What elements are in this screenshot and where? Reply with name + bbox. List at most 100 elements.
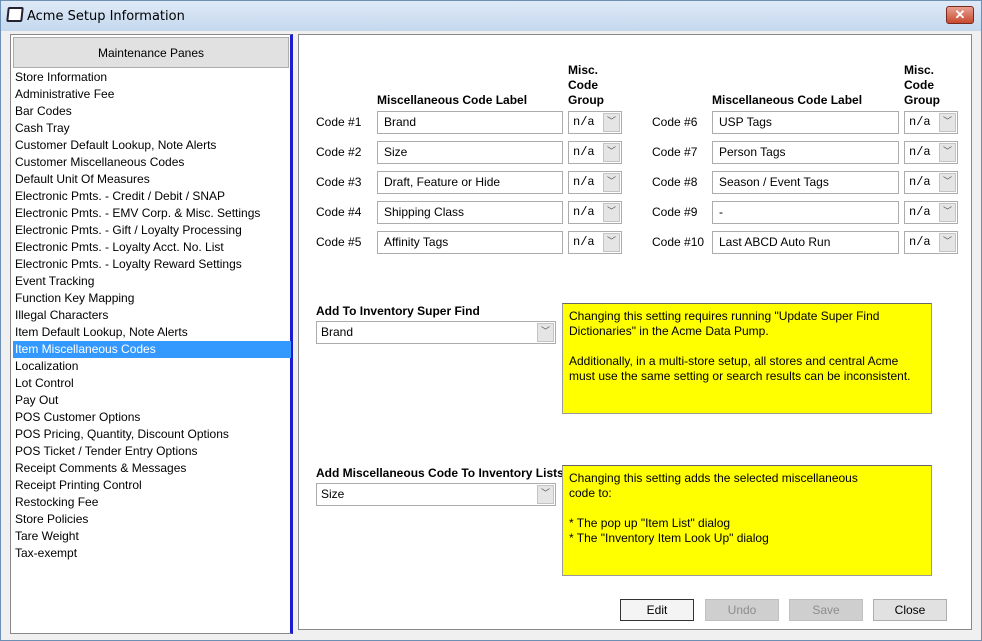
inventory-lists-note: Changing this setting adds the selected … [562,465,932,576]
code-group-header: Code [904,78,934,92]
code-label-input[interactable]: Shipping Class [377,201,563,224]
super-find-label: Add To Inventory Super Find [316,304,480,318]
chevron-down-icon[interactable]: ﹀ [603,143,620,162]
sidebar-item[interactable]: Store Information [13,69,291,86]
sidebar-item[interactable]: Receipt Printing Control [13,477,291,494]
code-number-label: Code #5 [316,235,362,249]
chevron-down-icon[interactable]: ﹀ [537,485,554,504]
inventory-lists-value: Size [321,487,345,501]
super-find-note: Changing this setting requires running "… [562,303,932,414]
sidebar-item[interactable]: Cash Tray [13,120,291,137]
sidebar-item[interactable]: Receipt Comments & Messages [13,460,291,477]
sidebar-item[interactable]: Tax-exempt [13,545,291,562]
super-find-select[interactable]: Brand ﹀ [316,321,556,344]
chevron-down-icon[interactable]: ﹀ [939,233,956,252]
chevron-down-icon[interactable]: ﹀ [603,173,620,192]
chevron-down-icon[interactable]: ﹀ [939,113,956,132]
code-label-input[interactable]: Person Tags [712,141,899,164]
code-group-select[interactable]: n/a ﹀ [904,171,958,194]
chevron-down-icon[interactable]: ﹀ [939,143,956,162]
setup-window: Acme Setup Information ✕ Maintenance Pan… [0,0,982,641]
code-number-label: Code #4 [316,205,362,219]
code-group-header: Group [568,93,604,107]
sidebar-item[interactable]: Function Key Mapping [13,290,291,307]
app-icon [6,7,24,22]
sidebar-item[interactable]: Electronic Pmts. - Loyalty Acct. No. Lis… [13,239,291,256]
code-label-input[interactable]: Season / Event Tags [712,171,899,194]
edit-button[interactable]: Edit [620,599,694,621]
code-group-header: Misc. [904,63,935,77]
code-group-select[interactable]: n/a ﹀ [904,231,958,254]
undo-button[interactable]: Undo [705,599,779,621]
chevron-down-icon[interactable]: ﹀ [603,233,620,252]
chevron-down-icon[interactable]: ﹀ [537,323,554,342]
inventory-lists-select[interactable]: Size ﹀ [316,483,556,506]
save-button[interactable]: Save [789,599,863,621]
code-number-label: Code #10 [652,235,705,249]
sidebar-item[interactable]: Localization [13,358,291,375]
code-label-input[interactable]: USP Tags [712,111,899,134]
code-group-header: Code [568,78,598,92]
code-group-select[interactable]: n/a ﹀ [568,171,622,194]
sidebar-item[interactable]: POS Pricing, Quantity, Discount Options [13,426,291,443]
code-group-header: Misc. [568,63,599,77]
sidebar-item[interactable]: Store Policies [13,511,291,528]
code-group-value: n/a [909,145,931,159]
sidebar-item[interactable]: Electronic Pmts. - Gift / Loyalty Proces… [13,222,291,239]
code-label-input[interactable]: Affinity Tags [377,231,563,254]
code-group-value: n/a [573,235,595,249]
code-group-select[interactable]: n/a ﹀ [568,231,622,254]
code-label-input[interactable]: Draft, Feature or Hide [377,171,563,194]
sidebar-item[interactable]: Tare Weight [13,528,291,545]
sidebar-item[interactable]: Electronic Pmts. - Loyalty Reward Settin… [13,256,291,273]
super-find-value: Brand [321,325,354,339]
sidebar-item[interactable]: Illegal Characters [13,307,291,324]
code-group-select[interactable]: n/a ﹀ [904,201,958,224]
code-group-value: n/a [909,205,931,219]
maintenance-panes-list: Maintenance Panes Store Information Admin… [10,34,293,634]
close-button[interactable]: Close [873,599,947,621]
window-title: Acme Setup Information [27,9,185,24]
code-group-value: n/a [909,175,931,189]
window-close-button[interactable]: ✕ [946,6,974,24]
sidebar-item[interactable]: Event Tracking [13,273,291,290]
code-group-select[interactable]: n/a ﹀ [904,141,958,164]
chevron-down-icon[interactable]: ﹀ [939,173,956,192]
code-group-select[interactable]: n/a ﹀ [568,111,622,134]
sidebar-item[interactable]: Electronic Pmts. - EMV Corp. & Misc. Set… [13,205,291,222]
code-label-input[interactable]: Brand [377,111,563,134]
sidebar-item[interactable]: Customer Miscellaneous Codes [13,154,291,171]
sidebar-item[interactable]: Restocking Fee [13,494,291,511]
sidebar-item[interactable]: Lot Control [13,375,291,392]
sidebar-item[interactable]: POS Customer Options [13,409,291,426]
title-bar: Acme Setup Information ✕ [1,1,981,31]
code-label-input[interactable]: Size [377,141,563,164]
sidebar-item[interactable]: Administrative Fee [13,86,291,103]
sidebar-item[interactable]: Bar Codes [13,103,291,120]
code-number-label: Code #2 [316,145,362,159]
chevron-down-icon[interactable]: ﹀ [603,203,620,222]
code-group-select[interactable]: n/a ﹀ [904,111,958,134]
code-label-header: Miscellaneous Code Label [712,93,863,107]
code-number-label: Code #9 [652,205,698,219]
code-group-value: n/a [909,115,931,129]
code-group-value: n/a [573,145,595,159]
sidebar-item[interactable]: Default Unit Of Measures [13,171,291,188]
sidebar-item[interactable]: Customer Default Lookup, Note Alerts [13,137,291,154]
sidebar-item[interactable]: Item Default Lookup, Note Alerts [13,324,291,341]
chevron-down-icon[interactable]: ﹀ [939,203,956,222]
chevron-down-icon[interactable]: ﹀ [603,113,620,132]
code-group-select[interactable]: n/a ﹀ [568,141,622,164]
code-group-select[interactable]: n/a ﹀ [568,201,622,224]
code-number-label: Code #6 [652,115,698,129]
code-group-value: n/a [573,205,595,219]
code-label-input[interactable]: Last ABCD Auto Run [712,231,899,254]
sidebar-item[interactable]: POS Ticket / Tender Entry Options [13,443,291,460]
inventory-lists-label: Add Miscellaneous Code To Inventory List… [316,466,564,480]
maintenance-panes-header: Maintenance Panes [13,37,289,68]
code-label-input[interactable]: - [712,201,899,224]
sidebar-item[interactable]: Pay Out [13,392,291,409]
code-group-value: n/a [573,115,595,129]
sidebar-item[interactable]: Item Miscellaneous Codes [13,341,291,358]
sidebar-item[interactable]: Electronic Pmts. - Credit / Debit / SNAP [13,188,291,205]
